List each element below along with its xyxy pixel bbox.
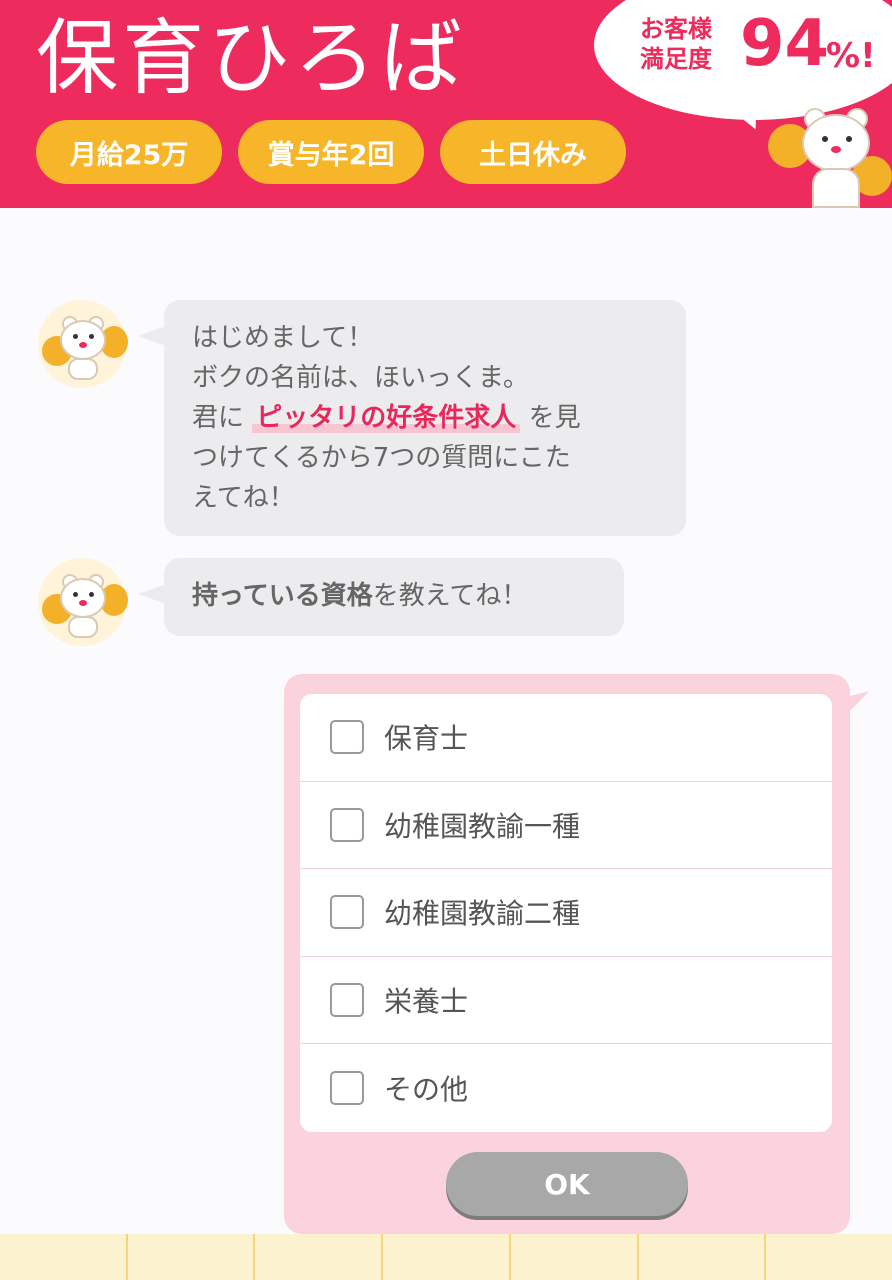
greeting-line1: はじめまして！	[192, 323, 374, 353]
bubble-tail	[138, 326, 166, 346]
bear-mascot-icon	[38, 558, 128, 646]
option-label: その他	[384, 1073, 469, 1107]
option-other[interactable]: その他	[300, 1044, 832, 1132]
option-kindergarten-teacher-2nd[interactable]: 幼稚園教諭二種	[300, 869, 832, 957]
checkbox[interactable]	[330, 983, 364, 1018]
option-label: 保育士	[384, 722, 469, 756]
checkbox[interactable]	[330, 720, 364, 755]
header-bar: 保育ひろば 月給25万 賞与年2回 土日休み お客様 満足度 94 %!	[0, 0, 892, 208]
footer-segment	[128, 1234, 256, 1280]
greeting-line3: 君に ピッタリの好条件求人 を見	[192, 398, 658, 438]
bear-mascot-icon	[38, 300, 128, 388]
qualification-options-list: 保育士 幼稚園教諭一種 幼稚園教諭二種 栄養士 その他	[300, 694, 832, 1132]
footer-segment	[255, 1234, 384, 1280]
qualification-question-message: 持っている資格を教えてね！	[164, 558, 624, 636]
question-rest: を教えてね！	[372, 581, 528, 611]
ok-button[interactable]: OK	[446, 1152, 688, 1216]
option-nutritionist[interactable]: 栄養士	[300, 957, 832, 1045]
footer-segment	[383, 1234, 511, 1280]
bubble-tail	[138, 584, 166, 604]
question-emphasis: 持っている資格	[192, 581, 373, 611]
badge-weekends-off: 土日休み	[440, 120, 626, 184]
option-label: 幼稚園教諭一種	[384, 809, 581, 843]
site-logo[interactable]: 保育ひろば	[36, 18, 466, 100]
greeting-line4: つけてくるから7つの質問にこた	[192, 443, 571, 473]
greeting-line2: ボクの名前は、ほいっくま。	[192, 363, 529, 393]
mascot-avatar	[38, 558, 128, 646]
greeting-line5: えてね！	[192, 483, 295, 513]
footer-segment	[766, 1234, 892, 1280]
mascot-avatar	[38, 300, 128, 388]
satisfaction-label: お客様 満足度	[640, 14, 730, 74]
highlight-ideal-jobs: ピッタリの好条件求人	[252, 403, 521, 433]
option-label: 栄養士	[384, 985, 469, 1019]
option-label: 幼稚園教諭二種	[384, 897, 581, 931]
checkbox[interactable]	[330, 895, 364, 930]
satisfaction-suffix: %!	[826, 36, 876, 76]
greeting-line3-suffix: を見	[528, 403, 581, 433]
satisfaction-value: 94	[740, 7, 830, 81]
badge-bonus: 賞与年2回	[238, 120, 424, 184]
footer-segment	[639, 1234, 767, 1280]
checkbox[interactable]	[330, 807, 364, 842]
option-kindergarten-teacher-1st[interactable]: 幼稚園教諭一種	[300, 782, 832, 870]
satisfaction-label-line2: 満足度	[640, 45, 712, 73]
greeting-message: はじめまして！ ボクの名前は、ほいっくま。 君に ピッタリの好条件求人 を見 つ…	[164, 300, 686, 536]
footer-strip	[0, 1234, 892, 1280]
option-hoikushi[interactable]: 保育士	[300, 694, 832, 782]
footer-segment	[0, 1234, 128, 1280]
badge-salary: 月給25万	[36, 120, 222, 184]
satisfaction-label-line1: お客様	[640, 15, 712, 43]
greeting-line3-prefix: 君に	[192, 403, 245, 433]
footer-segment	[511, 1234, 639, 1280]
cheering-bear-mascot-icon	[768, 98, 892, 208]
checkbox[interactable]	[330, 1071, 364, 1106]
